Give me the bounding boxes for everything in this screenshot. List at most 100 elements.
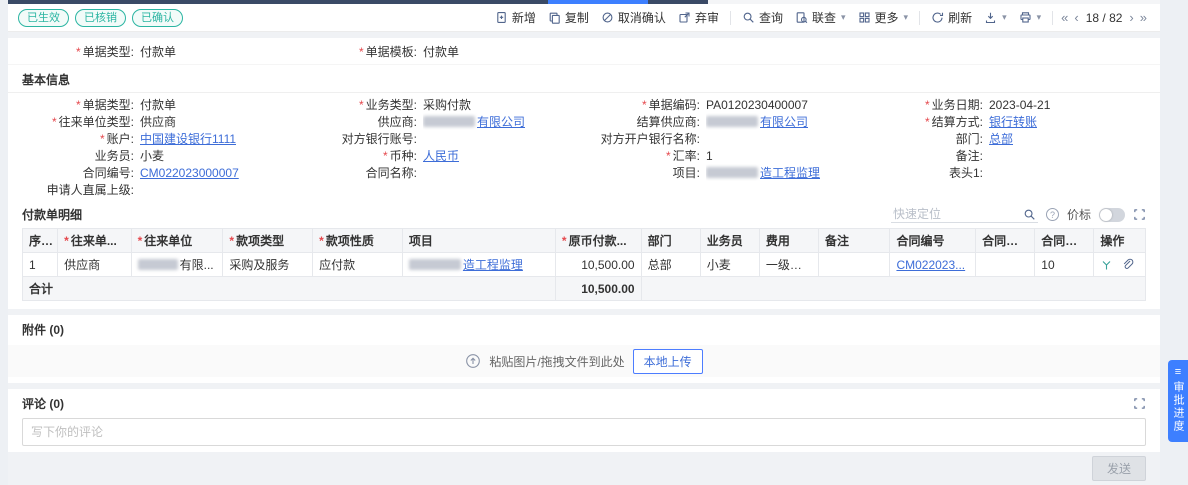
linked-query-button[interactable]: 联查 ▾ (789, 9, 852, 26)
required-mark: * (100, 132, 105, 146)
required-mark: * (52, 115, 57, 129)
content-card: 已生效 已核销 已确认 新增 复制 取消确认 (8, 0, 1160, 485)
field-value: 2023-04-21 (989, 98, 1050, 112)
required-mark: * (64, 234, 69, 248)
detail-section-title: 付款单明细 (22, 206, 82, 223)
required-mark: * (76, 98, 81, 112)
field-exchange-rate: *汇率: 1 (584, 147, 867, 164)
field-label-text: 账户: (107, 132, 134, 146)
copy-button[interactable]: 复制 (542, 9, 595, 26)
status-badge-confirmed: 已确认 (132, 9, 183, 27)
print-button[interactable]: ▾ (1013, 11, 1048, 24)
row-attachment-button[interactable] (1121, 258, 1134, 271)
comment-input-box (22, 418, 1146, 446)
cancel-confirm-button[interactable]: 取消确认 (595, 9, 672, 26)
col-label: 业务员 (707, 234, 743, 248)
quick-locate-input[interactable] (893, 207, 1023, 221)
field-contract-no: 合同编号: CM022023000007 (18, 164, 301, 181)
fullscreen-icon[interactable] (1133, 208, 1146, 221)
field-label-text: 币种: (390, 149, 417, 163)
field-doc-type: *单据类型: 付款单 (18, 43, 301, 60)
col-party: *往来单位 (131, 229, 223, 253)
next-page-button[interactable]: › (1126, 10, 1136, 25)
field-label-text: 备注: (956, 149, 983, 163)
cell-agent: 小麦 (700, 253, 759, 277)
last-page-button[interactable]: » (1137, 10, 1150, 25)
field-label-text: 往来单位类型: (59, 115, 134, 129)
field-currency: *币种: 人民币 (301, 147, 584, 164)
account-link[interactable]: 中国建设银行1111 (140, 130, 236, 147)
field-label: *币种: (301, 147, 423, 164)
status-badge-written-off: 已核销 (75, 9, 126, 27)
settlement-supplier-link[interactable]: 有限公司 (706, 113, 808, 130)
more-button[interactable]: 更多 ▾ (852, 9, 915, 26)
field-value: 有限公司 (760, 115, 808, 129)
field-label: *单据类型: (18, 96, 140, 113)
field-salesperson: 业务员: 小麦 (18, 147, 301, 164)
contract-cell-link[interactable]: CM022023... (896, 258, 965, 272)
col-party-type: *往来单... (58, 229, 131, 253)
department-link[interactable]: 总部 (989, 130, 1013, 147)
prev-page-button[interactable]: ‹ (1071, 10, 1081, 25)
total-empty (641, 277, 1145, 301)
field-label-text: 单据类型: (83, 98, 134, 112)
col-pay-nature: *款项性质 (313, 229, 403, 253)
send-button[interactable]: 发送 (1092, 456, 1146, 481)
col-label: 原币付款... (569, 234, 627, 248)
fullscreen-icon[interactable] (1133, 397, 1146, 410)
chevron-down-icon: ▾ (1037, 12, 1042, 23)
comment-input[interactable] (31, 425, 1137, 439)
allocate-icon (1100, 258, 1113, 271)
col-expense: 费用 (759, 229, 818, 253)
cell-amount: 10,500.00 (555, 253, 641, 277)
price-tag-toggle-label: 价标 (1067, 206, 1091, 223)
status-pills: 已生效 已核销 已确认 (18, 9, 183, 27)
toolbar-separator (730, 11, 731, 25)
redacted-text (706, 167, 758, 178)
required-mark: * (359, 98, 364, 112)
project-link[interactable]: 造工程监理 (706, 164, 820, 181)
query-button[interactable]: 查询 (736, 9, 789, 26)
field-label-text: 结算方式: (932, 115, 983, 129)
field-value: 小麦 (140, 147, 164, 164)
cell-pay-nature: 应付款 (313, 253, 403, 277)
price-tag-toggle[interactable] (1099, 208, 1125, 222)
field-label: *单据编码: (584, 96, 706, 113)
settlement-method-link[interactable]: 银行转账 (989, 113, 1037, 130)
field-label: *往来单位类型: (18, 113, 140, 130)
currency-link[interactable]: 人民币 (423, 147, 459, 164)
col-label: 款项类型 (236, 234, 284, 248)
attachment-dropzone[interactable]: 粘贴图片/拖拽文件到此处 本地上传 (8, 345, 1160, 377)
more-button-label: 更多 (875, 9, 899, 26)
new-button[interactable]: 新增 (489, 9, 542, 26)
field-label-text: 单据编码: (649, 98, 700, 112)
field-doc-template: *单据模板: 付款单 (301, 43, 584, 60)
basic-info-section-title: 基本信息 (8, 65, 1160, 93)
redacted-text (138, 259, 178, 270)
col-contract-no: 合同编号 (890, 229, 976, 253)
field-settlement-method: *结算方式: 银行转账 (867, 113, 1150, 130)
supplier-link[interactable]: 有限公司 (423, 113, 525, 130)
help-icon[interactable]: ? (1046, 208, 1059, 221)
approval-progress-tab[interactable]: ≡ 审批进度 (1168, 360, 1188, 442)
abandon-approval-button[interactable]: 弃审 (672, 9, 725, 26)
first-page-button[interactable]: « (1058, 10, 1071, 25)
project-cell-link[interactable]: 造工程监理 (463, 258, 523, 272)
contract-no-link[interactable]: CM022023000007 (140, 166, 239, 180)
cell-contract-exec: 10 (1035, 253, 1094, 277)
table-row[interactable]: 1 供应商 有限... 采购及服务 应付款 造工程监理 10,500.00 总部… (23, 253, 1145, 277)
chevron-down-icon: ▾ (904, 12, 909, 23)
local-upload-button[interactable]: 本地上传 (633, 349, 703, 374)
linked-query-button-label: 联查 (812, 9, 836, 26)
export-button[interactable]: ▾ (978, 11, 1013, 24)
field-label-text: 对方银行账号: (342, 132, 417, 146)
page-indicator: 18 / 82 (1086, 11, 1123, 25)
new-button-label: 新增 (512, 9, 536, 26)
approval-progress-label: 审批进度 (1170, 381, 1186, 433)
field-counterparty-bank-name: 对方开户银行名称: (584, 130, 867, 147)
refresh-button[interactable]: 刷新 (925, 9, 978, 26)
cancel-confirm-button-label: 取消确认 (618, 9, 666, 26)
allocate-button[interactable] (1100, 258, 1113, 271)
payment-order-page: 已生效 已核销 已确认 新增 复制 取消确认 (0, 0, 1188, 464)
col-label: 合同执行... (1041, 234, 1094, 248)
